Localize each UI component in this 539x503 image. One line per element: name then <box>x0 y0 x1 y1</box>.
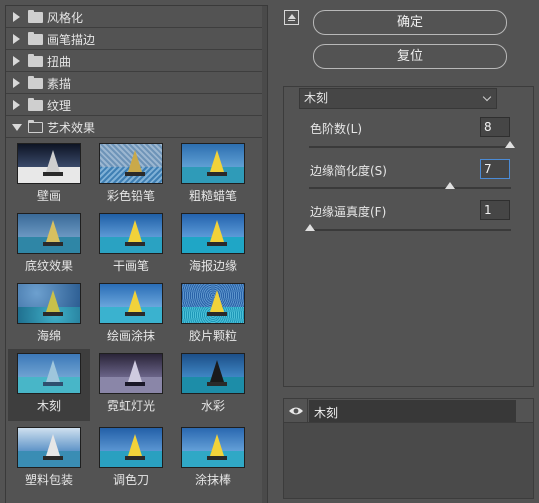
filter-thumb-poster-edges[interactable]: 海报边缘 <box>172 209 254 277</box>
filter-label: 霓虹灯光 <box>106 399 155 413</box>
category-brush-strokes[interactable]: 画笔描边 <box>6 28 267 50</box>
filter-thumb-dry-brush[interactable]: 干画笔 <box>90 209 172 277</box>
filter-thumb-sponge[interactable]: 海绵 <box>8 279 90 347</box>
edge-simplicity-input[interactable]: 7 <box>480 159 510 179</box>
edge-simplicity-slider-handle[interactable] <box>445 182 455 189</box>
filter-label: 水彩 <box>200 399 225 413</box>
filter-label: 粗糙蜡笔 <box>188 189 237 203</box>
filter-thumb-palette-knife[interactable]: 调色刀 <box>90 423 172 491</box>
filter-preview-image <box>99 353 163 394</box>
filter-preview-image <box>17 213 81 254</box>
collapse-gallery-button[interactable] <box>284 10 299 25</box>
edge-fidelity-input[interactable]: 1 <box>480 200 510 220</box>
filter-label: 绘画涂抹 <box>106 329 155 343</box>
open-folder-icon <box>28 120 43 133</box>
filter-thumb-fresco[interactable]: 壁画 <box>8 139 90 207</box>
filter-label: 涂抹棒 <box>194 473 231 487</box>
effect-layer-row[interactable]: 木刻 <box>284 399 533 423</box>
filter-thumb-watercolor[interactable]: 水彩 <box>172 349 254 417</box>
filter-thumb-rough-pastels[interactable]: 粗糙蜡笔 <box>172 139 254 207</box>
filter-label: 壁画 <box>36 189 61 203</box>
category-distort[interactable]: 扭曲 <box>6 50 267 72</box>
reset-button[interactable]: 复位 <box>313 44 507 69</box>
filter-label: 塑料包装 <box>24 473 73 487</box>
filter-preview-image <box>17 143 81 184</box>
filter-label: 底纹效果 <box>24 259 73 273</box>
filter-thumb-paint-daubs[interactable]: 绘画涂抹 <box>90 279 172 347</box>
category-label: 扭曲 <box>47 55 72 69</box>
edge-fidelity-slider-handle[interactable] <box>305 224 315 231</box>
effect-layer-name: 木刻 <box>314 406 339 420</box>
filter-settings-panel: 木刻 色阶数(L) 8 边缘简化度(S) 7 边缘逼真度(F) 1 <box>283 86 534 387</box>
filter-thumb-film-grain[interactable]: 胶片颗粒 <box>172 279 254 347</box>
filter-label: 彩色铅笔 <box>106 189 155 203</box>
filter-thumb-smudge-stick[interactable]: 涂抹棒 <box>172 423 254 491</box>
filter-preview-image <box>17 353 81 394</box>
filter-dropdown-value: 木刻 <box>304 91 329 105</box>
filter-label: 海绵 <box>36 329 61 343</box>
filter-preview-image <box>99 213 163 254</box>
filter-preview-image <box>17 427 81 468</box>
filter-thumb-cutout[interactable]: 木刻 <box>8 349 90 421</box>
category-stylize[interactable]: 风格化 <box>6 6 267 28</box>
folder-icon <box>28 32 43 45</box>
gallery-scrollbar[interactable] <box>262 6 267 503</box>
filter-label: 调色刀 <box>112 473 149 487</box>
category-texture[interactable]: 纹理 <box>6 94 267 116</box>
filter-gallery-panel: 风格化 画笔描边 扭曲 素描 纹理 艺术效果 壁画 彩色铅笔 粗糙蜡笔 底纹效果… <box>5 5 268 503</box>
folder-icon <box>28 98 43 111</box>
expand-arrow-icon[interactable] <box>13 34 20 44</box>
visibility-toggle[interactable] <box>284 399 308 423</box>
ok-button[interactable]: 确定 <box>313 10 507 35</box>
eye-icon <box>289 407 303 415</box>
filter-preview-image <box>17 283 81 324</box>
levels-label: 色阶数(L) <box>310 122 363 136</box>
filter-thumb-neon-glow[interactable]: 霓虹灯光 <box>90 349 172 417</box>
category-sketch[interactable]: 素描 <box>6 72 267 94</box>
edge-fidelity-label: 边缘逼真度(F) <box>310 205 387 219</box>
filter-preview-image <box>181 283 245 324</box>
category-label: 风格化 <box>47 11 84 25</box>
edge-fidelity-slider-track[interactable] <box>309 229 511 231</box>
filter-thumb-colored-pencil[interactable]: 彩色铅笔 <box>90 139 172 207</box>
effect-layer-name-cell[interactable]: 木刻 <box>309 400 516 422</box>
category-label: 纹理 <box>47 99 72 113</box>
filter-preview-image <box>181 427 245 468</box>
filter-label: 干画笔 <box>112 259 149 273</box>
category-artistic[interactable]: 艺术效果 <box>6 116 267 138</box>
expand-arrow-icon[interactable] <box>13 78 20 88</box>
filter-thumb-underpainting[interactable]: 底纹效果 <box>8 209 90 277</box>
folder-icon <box>28 76 43 89</box>
filter-preview-image <box>181 213 245 254</box>
folder-icon <box>28 10 43 23</box>
category-label: 艺术效果 <box>47 121 96 135</box>
expand-arrow-icon[interactable] <box>13 12 20 22</box>
expand-arrow-icon[interactable] <box>13 100 20 110</box>
levels-slider-track[interactable] <box>309 146 511 148</box>
chevron-down-icon <box>482 92 492 102</box>
edge-simplicity-slider-track[interactable] <box>309 187 511 189</box>
filter-preview-image <box>99 427 163 468</box>
filter-label: 海报边缘 <box>188 259 237 273</box>
expand-arrow-icon[interactable] <box>13 56 20 66</box>
effect-layers-panel: 木刻 <box>283 398 534 499</box>
category-label: 画笔描边 <box>47 33 96 47</box>
filter-thumb-plastic-wrap[interactable]: 塑料包装 <box>8 423 90 491</box>
filter-dropdown[interactable]: 木刻 <box>299 88 497 109</box>
category-label: 素描 <box>47 77 72 91</box>
filter-preview-image <box>99 283 163 324</box>
folder-icon <box>28 54 43 67</box>
levels-input[interactable]: 8 <box>480 117 510 137</box>
collapse-arrow-icon[interactable] <box>12 124 22 131</box>
filter-label: 木刻 <box>36 399 61 413</box>
filter-preview-image <box>181 353 245 394</box>
filter-label: 胶片颗粒 <box>188 329 237 343</box>
edge-simplicity-label: 边缘简化度(S) <box>310 164 387 178</box>
levels-slider-handle[interactable] <box>505 141 515 148</box>
filter-preview-image <box>181 143 245 184</box>
filter-preview-image <box>99 143 163 184</box>
